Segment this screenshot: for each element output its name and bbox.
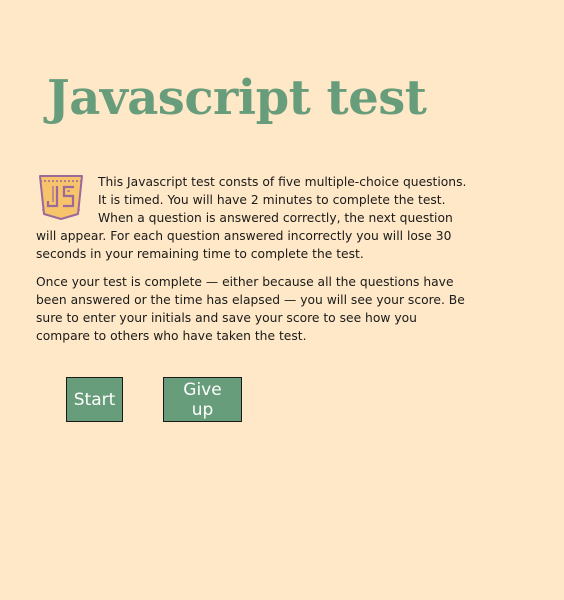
intro-paragraph-2: Once your test is complete — either beca… [36, 275, 465, 343]
intro-paragraph-1: This Javascript test consts of five mult… [36, 175, 467, 261]
intro-section: This Javascript test consts of five mult… [36, 173, 468, 355]
start-button[interactable]: Start [66, 377, 123, 422]
page-title: Javascript test [47, 70, 427, 126]
quiz-start-page: Javascript test This Javascript test con… [0, 0, 564, 600]
give-up-button[interactable]: Give up [163, 377, 242, 422]
button-row: Start Give up [66, 377, 242, 422]
javascript-shield-icon [39, 175, 83, 220]
